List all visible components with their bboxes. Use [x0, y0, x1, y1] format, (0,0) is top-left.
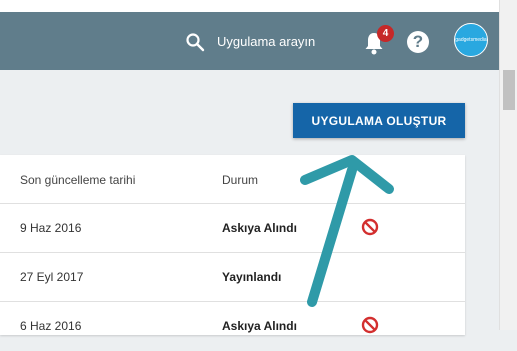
create-app-button[interactable]: UYGULAMA OLUŞTUR — [293, 103, 465, 138]
help-icon[interactable]: ? — [407, 31, 429, 53]
column-header-last-updated[interactable]: Son güncelleme tarihi — [20, 173, 135, 187]
status-cell: Yayınlandı — [222, 270, 282, 284]
table-row[interactable]: 9 Haz 2016 Askıya Alındı — [0, 203, 465, 253]
status-cell: Askıya Alındı — [222, 319, 297, 333]
notification-count-badge: 4 — [377, 25, 394, 42]
blocked-icon — [361, 218, 379, 236]
table-row[interactable]: 6 Haz 2016 Askıya Alındı — [0, 301, 465, 351]
scrollbar-thumb[interactable] — [503, 70, 515, 110]
avatar[interactable]: gadgetsmedia — [454, 23, 488, 57]
search-icon[interactable] — [185, 32, 205, 52]
status-cell: Askıya Alındı — [222, 221, 297, 235]
browser-strip — [0, 0, 517, 12]
blocked-icon — [361, 316, 379, 334]
scrollbar[interactable] — [499, 0, 517, 330]
search-input[interactable]: Uygulama arayın — [217, 34, 315, 49]
apps-table: Son güncelleme tarihi Durum 9 Haz 2016 A… — [0, 155, 465, 335]
last-updated-cell: 27 Eyl 2017 — [20, 270, 84, 284]
last-updated-cell: 9 Haz 2016 — [20, 221, 82, 235]
top-app-bar: Uygulama arayın 4 ? gadgetsmedia — [0, 0, 517, 70]
last-updated-cell: 6 Haz 2016 — [20, 319, 82, 333]
column-header-status[interactable]: Durum — [222, 173, 258, 187]
table-row[interactable]: 27 Eyl 2017 Yayınlandı — [0, 252, 465, 302]
